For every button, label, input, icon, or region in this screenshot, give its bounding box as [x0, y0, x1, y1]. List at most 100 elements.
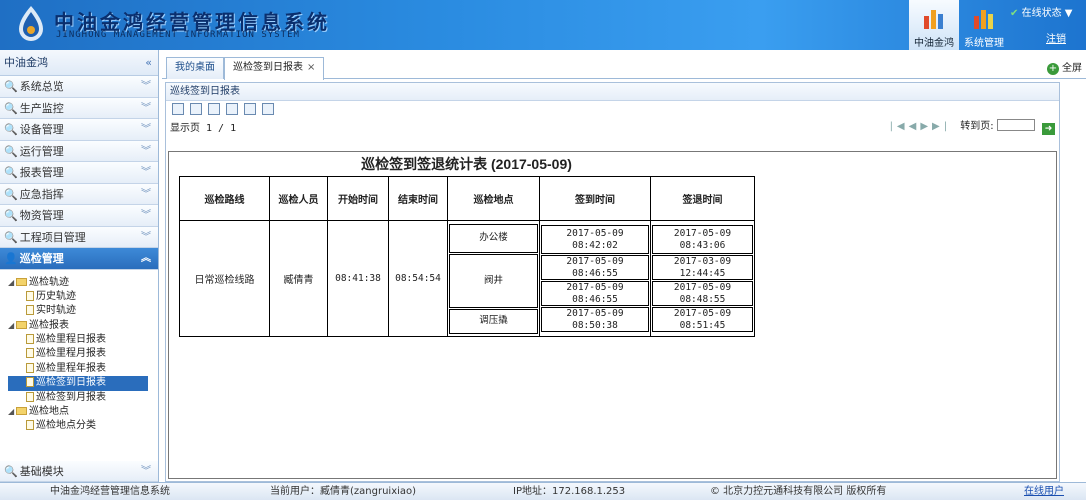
goto-label: 转到页:	[960, 121, 994, 132]
expand-icon[interactable]: ◢	[8, 405, 16, 419]
header-tab-label: 中油金鸿	[914, 38, 954, 49]
file-icon	[26, 362, 34, 373]
sidebar-item-emergency[interactable]: 🔍 应急指挥 ︾	[0, 183, 158, 205]
sidebar-item-label: 设备管理	[19, 123, 64, 136]
sidebar-item-operation[interactable]: 🔍 运行管理 ︾	[0, 140, 158, 162]
close-icon[interactable]: ×	[307, 62, 315, 73]
page-indicator: 显示页 1 / 1	[170, 123, 237, 134]
header-cell: 巡检路线	[179, 176, 270, 221]
tree-folder-reports[interactable]: ◢ 巡检报表	[8, 319, 158, 333]
inspection-tree: ◢ 巡检轨迹 历史轨迹 实时轨迹 ◢ 巡检报表 巡检里程日报表 巡检里程月报表 巡检…	[0, 270, 158, 434]
checkin-column: 2017-05-09 08:42:02 2017-05-09 08:46:55 …	[539, 220, 651, 337]
search-icon: 🔍	[4, 123, 18, 136]
sidebar-item-label: 运行管理	[19, 144, 64, 158]
location-cell: 阀井	[449, 253, 538, 308]
tree-item-checkin-monthly[interactable]: 巡检签到月报表	[8, 391, 158, 405]
page-nav-icons[interactable]: |◀◀▶▶|	[890, 121, 952, 132]
checkout-time: 08:48:55	[679, 293, 726, 305]
footer-copyright: © 北京力控元通科技有限公司 版权所有	[710, 486, 887, 497]
sidebar-item-reports[interactable]: 🔍 报表管理 ︾	[0, 162, 158, 184]
chevron-down-icon: ︾	[141, 465, 151, 477]
sidebar-item-production[interactable]: 🔍 生产监控 ︾	[0, 97, 158, 119]
search-icon: 🔍	[4, 80, 18, 93]
sidebar-item-label: 应急指挥	[19, 187, 64, 201]
search-icon: 🔍	[4, 209, 18, 222]
check-icon: ✔	[1010, 8, 1019, 19]
checkout-cell: 2017-05-09 08:43:06	[652, 225, 753, 254]
tab-my-desktop[interactable]: 我的桌面	[166, 57, 224, 79]
tree-item-checkin-daily[interactable]: 巡检签到日报表	[8, 376, 148, 391]
checkout-date: 2017-05-09	[673, 307, 732, 319]
tree-folder-locations[interactable]: ◢ 巡检地点	[8, 405, 158, 419]
tree-item-mileage-monthly[interactable]: 巡检里程月报表	[8, 347, 158, 361]
checkin-table: 巡检路线 巡检人员 开始时间 结束时间 巡检地点 签到时间 签退时间 日常巡检线…	[179, 176, 755, 337]
goto-page-input[interactable]	[996, 119, 1035, 131]
search-icon: 🔍	[4, 464, 18, 478]
user-status[interactable]: ✔ 在线状态 ▼	[1010, 4, 1072, 19]
footer-ip: IP地址：172.168.1.253	[513, 486, 626, 497]
export-csv-icon[interactable]	[226, 103, 238, 115]
search-icon: 🔍	[4, 230, 18, 244]
export-word-icon[interactable]	[190, 103, 202, 115]
go-button[interactable]: ➜	[1042, 123, 1055, 135]
header-tab-system[interactable]: 系统管理	[959, 0, 1009, 50]
checkin-cell: 2017-05-09 08:50:38	[541, 307, 649, 332]
print-icon[interactable]	[244, 103, 256, 115]
search-icon: 🔍	[4, 101, 18, 115]
search-icon: 🔍	[4, 166, 18, 179]
checkout-date: 2017-03-09	[673, 255, 732, 267]
checkout-time: 08:43:06	[679, 239, 726, 251]
sidebar-item-overview[interactable]: 🔍 系统总览 ︾	[0, 76, 158, 98]
header-tab-zhongyou[interactable]: 中油金鸿	[909, 0, 959, 50]
footer-current-user: 当前用户：臧倩青(zangruixiao)	[270, 486, 417, 497]
file-icon	[26, 290, 34, 301]
tree-label: 巡检地点分类	[36, 420, 96, 432]
search-icon: 🔍	[4, 187, 18, 201]
sidebar-item-projects[interactable]: 🔍 工程项目管理 ︾	[0, 226, 158, 248]
print-preview-icon[interactable]	[262, 103, 274, 115]
sidebar-item-base-module[interactable]: 🔍 基础模块 ︾	[0, 460, 158, 482]
export-pdf-icon[interactable]	[172, 103, 184, 115]
tab-checkin-daily[interactable]: 巡检签到日报表 ×	[224, 57, 325, 80]
tree-label: 巡检轨迹	[29, 276, 69, 288]
location-name: 阀井	[483, 274, 503, 286]
checkout-cell: 2017-05-09 08:51:45	[652, 307, 753, 332]
file-icon	[26, 334, 34, 345]
expand-icon[interactable]: ◢	[8, 276, 16, 290]
sidebar-item-label: 基础模块	[19, 464, 64, 478]
tree-item-history-track[interactable]: 历史轨迹	[8, 290, 158, 304]
location-cell: 办公楼	[449, 223, 538, 253]
chevron-up-icon: ︽	[141, 253, 151, 264]
checkout-cell: 2017-03-09 12:44:45	[652, 255, 753, 280]
logout-link[interactable]: 注销	[1046, 30, 1066, 45]
tree-item-mileage-daily[interactable]: 巡检里程日报表	[8, 333, 158, 347]
tree-item-realtime-track[interactable]: 实时轨迹	[8, 304, 158, 318]
sidebar-item-materials[interactable]: 🔍 物资管理 ︾	[0, 205, 158, 227]
tree-folder-track[interactable]: ◢ 巡检轨迹	[8, 276, 158, 290]
expand-icon[interactable]: ◢	[8, 319, 16, 333]
tab-label: 我的桌面	[175, 62, 215, 73]
sidebar-item-label: 系统总览	[19, 80, 64, 93]
tree-label: 巡检签到月报表	[36, 391, 106, 403]
checkout-cell: 2017-05-09 08:48:55	[652, 281, 753, 306]
user-status-label: 在线状态	[1021, 8, 1062, 19]
checkout-time: 12:44:45	[679, 267, 726, 279]
tree-item-mileage-yearly[interactable]: 巡检里程年报表	[8, 362, 158, 376]
checkout-date: 2017-05-09	[673, 227, 732, 239]
chevron-down-icon: ︾	[141, 231, 151, 243]
tree-item-location-category[interactable]: 巡检地点分类	[8, 419, 158, 433]
sidebar-item-label: 报表管理	[19, 166, 64, 179]
app-header: 中油金鸿经营管理信息系统 JINGHONG MANAGEMENT INFORMA…	[0, 0, 1086, 50]
collapse-icon[interactable]: «	[145, 50, 152, 76]
file-icon	[26, 348, 34, 359]
report-panel: 巡线签到日报表 显示页 1 / 1 |◀◀▶▶| 转到页: ➜ 巡检签到签退统计…	[165, 82, 1060, 482]
report-canvas: 巡检签到签退统计表 (2017-05-09) 巡检路线 巡检人员 开始时间 结束…	[168, 151, 1057, 479]
export-excel-icon[interactable]	[208, 103, 220, 115]
sidebar-item-equipment[interactable]: 🔍 设备管理 ︾	[0, 119, 158, 141]
chevron-down-icon: ︾	[141, 188, 151, 200]
online-users-link[interactable]: 在线用户	[1024, 483, 1064, 500]
tab-bar: 我的桌面 巡检签到日报表 × + 全屏	[162, 55, 1086, 80]
fullscreen-button[interactable]: + 全屏	[1047, 59, 1082, 75]
sidebar-item-inspection[interactable]: 👤 巡检管理 ︽	[0, 248, 158, 270]
folder-icon	[16, 277, 27, 286]
